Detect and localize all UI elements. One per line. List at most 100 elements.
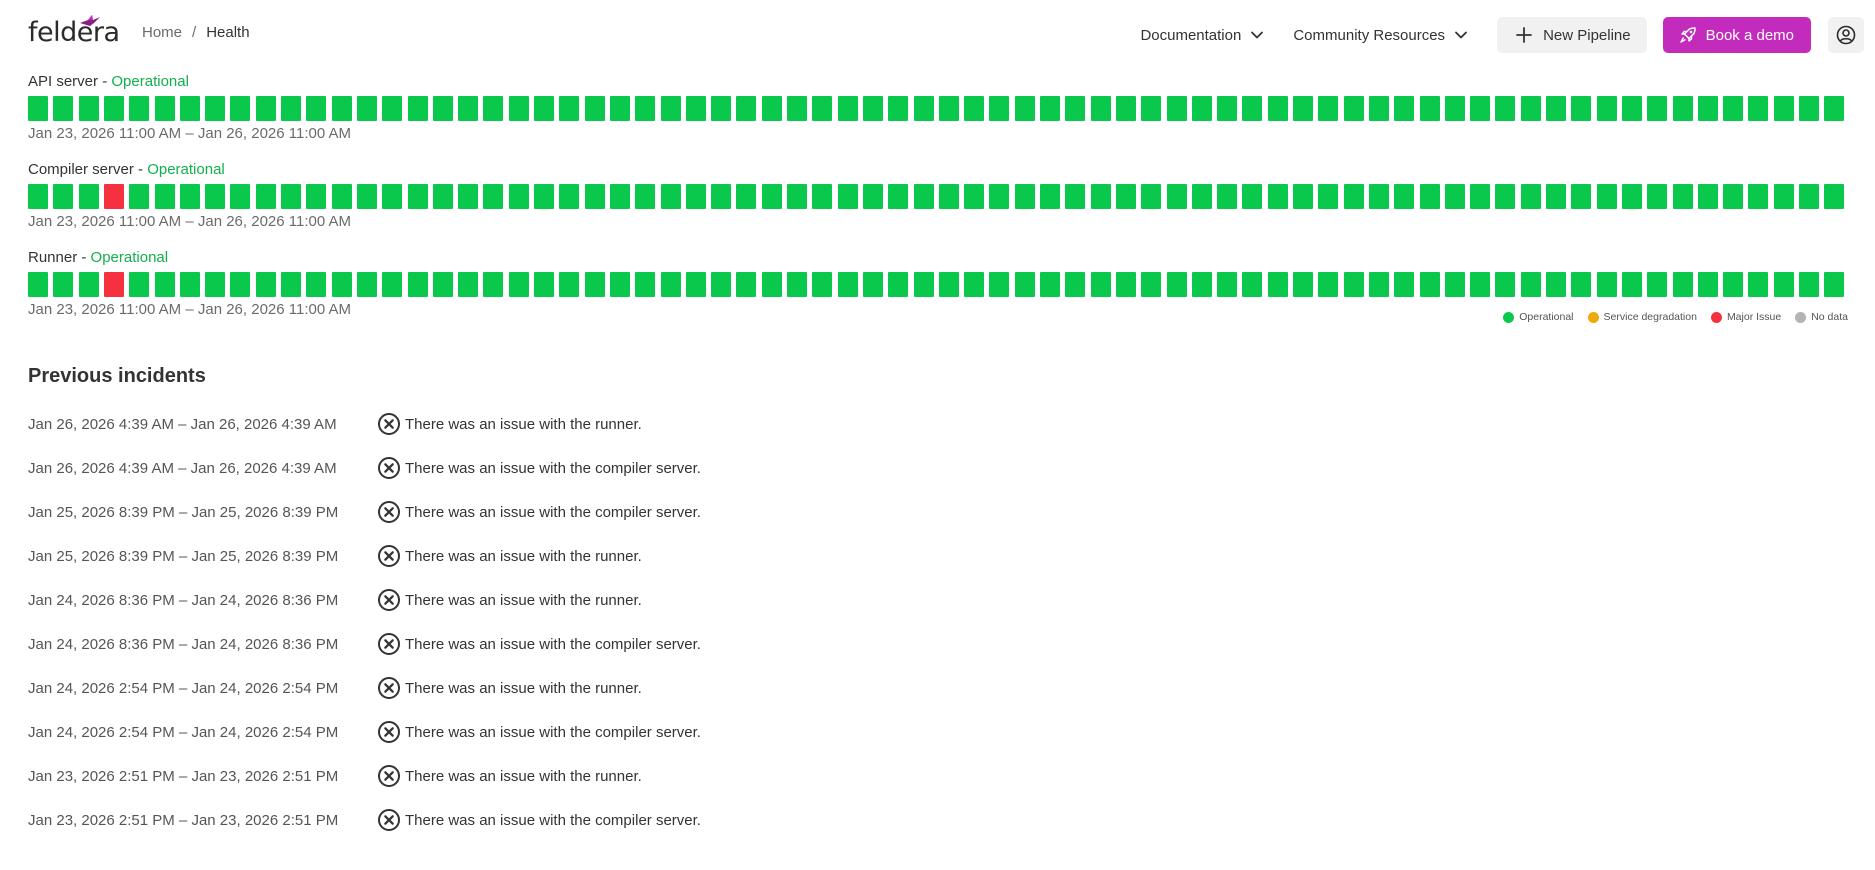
uptime-bar-operational[interactable] [28,272,48,297]
uptime-bar-operational[interactable] [1040,184,1060,209]
uptime-bar-operational[interactable] [1621,272,1642,297]
uptime-bar-operational[interactable] [1141,272,1162,297]
uptime-bar-operational[interactable] [483,96,504,121]
uptime-bar-operational[interactable] [1799,184,1819,209]
uptime-bar-operational[interactable] [1571,184,1592,209]
uptime-bar-operational[interactable] [787,184,807,209]
uptime-bar-operational[interactable] [1470,184,1491,209]
user-menu-button[interactable] [1828,17,1864,53]
uptime-bar-operational[interactable] [812,96,833,121]
uptime-bar-operational[interactable] [1040,96,1060,121]
uptime-bar-operational[interactable] [1217,272,1238,297]
uptime-bar-operational[interactable] [281,184,301,209]
uptime-bar-operational[interactable] [1141,184,1162,209]
uptime-bar-operational[interactable] [407,96,428,121]
uptime-bar-operational[interactable] [53,184,74,209]
uptime-bar-operational[interactable] [205,184,226,209]
uptime-bar-operational[interactable] [989,96,1010,121]
uptime-bar-operational[interactable] [1444,272,1465,297]
uptime-bar-operational[interactable] [1773,184,1794,209]
uptime-bar-operational[interactable] [711,184,732,209]
uptime-bar-operational[interactable] [660,96,681,121]
uptime-bar-operational[interactable] [1672,184,1693,209]
uptime-bar-operational[interactable] [1697,96,1718,121]
uptime-bar-operational[interactable] [837,184,858,209]
uptime-bar-major-issue[interactable] [103,272,124,297]
uptime-bar-operational[interactable] [989,184,1010,209]
uptime-bar-operational[interactable] [1444,96,1465,121]
breadcrumb-home-link[interactable]: Home [142,24,182,41]
uptime-bar-operational[interactable] [1141,96,1162,121]
uptime-bar-operational[interactable] [1343,184,1364,209]
uptime-bar-operational[interactable] [1090,184,1111,209]
uptime-bar-operational[interactable] [761,272,782,297]
uptime-bar-operational[interactable] [407,184,428,209]
uptime-bar-operational[interactable] [534,96,554,121]
uptime-bar-operational[interactable] [382,184,403,209]
uptime-bar-operational[interactable] [1065,96,1086,121]
uptime-bar-operational[interactable] [888,96,909,121]
uptime-bar-operational[interactable] [635,96,656,121]
uptime-bar-operational[interactable] [230,184,251,209]
uptime-bar-operational[interactable] [1647,272,1668,297]
uptime-bar-operational[interactable] [129,272,150,297]
uptime-bar-operational[interactable] [1267,272,1288,297]
uptime-bar-operational[interactable] [711,272,732,297]
uptime-bar-operational[interactable] [1723,96,1744,121]
uptime-bar-operational[interactable] [78,184,99,209]
uptime-bar-operational[interactable] [1293,96,1313,121]
uptime-bar-operational[interactable] [255,272,276,297]
uptime-bar-operational[interactable] [1318,272,1339,297]
uptime-bar-operational[interactable] [584,184,605,209]
uptime-bar-operational[interactable] [1217,184,1238,209]
uptime-bar-operational[interactable] [1495,272,1516,297]
uptime-bar-operational[interactable] [938,184,959,209]
uptime-bar-operational[interactable] [1596,272,1617,297]
uptime-bar-operational[interactable] [356,96,377,121]
uptime-bar-operational[interactable] [1368,184,1389,209]
uptime-bar-operational[interactable] [1647,96,1668,121]
uptime-bar-operational[interactable] [154,96,175,121]
uptime-bar-operational[interactable] [78,96,99,121]
uptime-bar-operational[interactable] [356,184,377,209]
uptime-bar-operational[interactable] [306,184,327,209]
uptime-bar-operational[interactable] [938,96,959,121]
uptime-bar-operational[interactable] [1470,272,1491,297]
uptime-bar-operational[interactable] [1546,272,1566,297]
uptime-bar-operational[interactable] [787,96,807,121]
uptime-bar-operational[interactable] [711,96,732,121]
uptime-bar-operational[interactable] [154,184,175,209]
uptime-bar-operational[interactable] [129,96,150,121]
uptime-bar-operational[interactable] [1394,184,1415,209]
uptime-bar-operational[interactable] [964,96,985,121]
uptime-bar-operational[interactable] [964,184,985,209]
uptime-bar-operational[interactable] [1596,96,1617,121]
uptime-bar-operational[interactable] [28,184,48,209]
uptime-bar-operational[interactable] [1672,96,1693,121]
uptime-bar-operational[interactable] [129,184,150,209]
uptime-bar-operational[interactable] [584,96,605,121]
uptime-bar-operational[interactable] [1115,272,1136,297]
uptime-bar-operational[interactable] [609,184,630,209]
uptime-bar-operational[interactable] [1040,272,1060,297]
uptime-bar-operational[interactable] [1621,96,1642,121]
uptime-bar-operational[interactable] [1773,96,1794,121]
uptime-bar-operational[interactable] [1090,96,1111,121]
uptime-bar-operational[interactable] [761,184,782,209]
uptime-bar-operational[interactable] [458,96,479,121]
uptime-bar-operational[interactable] [1014,184,1035,209]
uptime-bar-operational[interactable] [1191,96,1212,121]
uptime-bar-operational[interactable] [1191,272,1212,297]
documentation-dropdown[interactable]: Documentation [1140,27,1265,44]
uptime-bar-operational[interactable] [862,184,883,209]
uptime-bar-operational[interactable] [1014,272,1035,297]
uptime-bar-operational[interactable] [508,272,529,297]
uptime-bar-operational[interactable] [508,184,529,209]
uptime-bar-operational[interactable] [609,96,630,121]
uptime-bar-operational[interactable] [1799,272,1819,297]
uptime-bar-operational[interactable] [281,96,301,121]
uptime-bar-operational[interactable] [382,272,403,297]
uptime-bar-operational[interactable] [179,272,200,297]
uptime-bar-operational[interactable] [281,272,301,297]
new-pipeline-button[interactable]: New Pipeline [1497,17,1647,53]
